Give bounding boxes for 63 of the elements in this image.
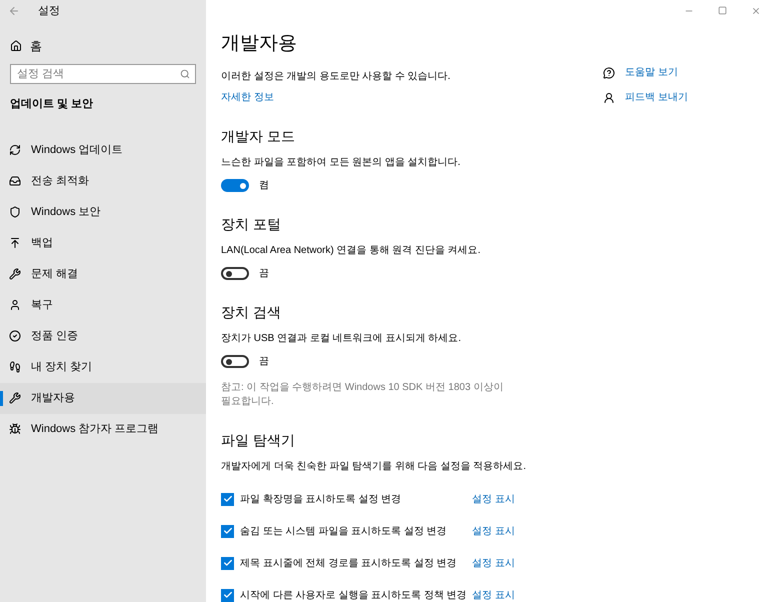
option-label: 제목 표시줄에 전체 경로를 표시하도록 설정 변경 xyxy=(240,556,458,570)
footprints-icon xyxy=(9,361,21,373)
option-label: 시작에 다른 사용자로 실행을 표시하도록 정책 변경 xyxy=(240,588,468,602)
intro-text: 이러한 설정은 개발의 용도로만 사용할 수 있습니다. xyxy=(221,70,452,84)
sidebar-item[interactable]: Windows 업데이트 xyxy=(0,134,206,166)
toggle-label: 끔 xyxy=(259,355,269,369)
checkbox[interactable] xyxy=(221,492,234,506)
sidebar-item[interactable]: 내 장치 찾기 xyxy=(0,352,206,382)
sidebar-item[interactable]: 복구 xyxy=(0,290,206,320)
show-settings-link[interactable]: 설정 표시 xyxy=(472,556,515,570)
sidebar-item[interactable]: 전송 최적화 xyxy=(0,166,206,196)
page-title: 개발자용 xyxy=(221,32,298,56)
show-settings-link[interactable]: 설정 표시 xyxy=(472,492,515,506)
section-heading: 장치 검색 xyxy=(221,303,282,321)
check-circle-icon xyxy=(9,330,21,342)
home-icon[interactable] xyxy=(10,40,22,52)
toggle-switch[interactable] xyxy=(221,179,249,192)
section-heading: 장치 포털 xyxy=(221,215,282,233)
checkbox[interactable] xyxy=(221,524,234,538)
help-link[interactable]: 도움말 보기 xyxy=(625,65,678,80)
upload-icon xyxy=(9,237,21,249)
section-description: 개발자에게 더욱 친숙한 파일 탐색기를 위해 다음 설정을 적용하세요. xyxy=(221,460,528,474)
window-title: 설정 xyxy=(38,4,60,19)
toggle-label: 켬 xyxy=(259,179,269,193)
show-settings-link[interactable]: 설정 표시 xyxy=(472,524,515,538)
close-icon[interactable] xyxy=(751,6,761,16)
wrench-icon xyxy=(9,392,21,404)
show-settings-link[interactable]: 설정 표시 xyxy=(472,588,515,602)
section-heading: 파일 탐색기 xyxy=(221,431,296,449)
search-field[interactable]: 설정 검색 xyxy=(10,64,196,84)
sidebar-item[interactable]: Windows 참가자 프로그램 xyxy=(0,414,206,444)
sidebar-item[interactable]: 개발자용 xyxy=(0,382,206,414)
help-link[interactable]: 피드백 보내기 xyxy=(625,90,688,105)
checkbox[interactable] xyxy=(221,556,234,570)
refresh-icon xyxy=(9,144,21,156)
maximize-icon[interactable] xyxy=(718,6,727,15)
help-icon xyxy=(603,66,615,78)
section-description: 느슨한 파일을 포함하여 모든 원본의 앱을 설치합니다. xyxy=(221,156,462,170)
section-description: 장치가 USB 연결과 로컬 네트워크에 표시되게 하세요. xyxy=(221,332,462,346)
toggle-switch[interactable] xyxy=(221,355,249,368)
person-icon xyxy=(9,299,21,311)
option-label: 파일 확장명을 표시하도록 설정 변경 xyxy=(240,492,402,506)
section-description: LAN(Local Area Network) 연결을 통해 원격 진단을 켜세요. xyxy=(221,244,482,258)
back-icon[interactable] xyxy=(8,5,20,17)
sidebar-item[interactable]: 정품 인증 xyxy=(0,320,206,352)
note-text: 참고: 이 작업을 수행하려면 Windows 10 SDK 버전 1803 이상이 필요합니다. xyxy=(221,381,504,409)
sidebar-item[interactable]: Windows 보안 xyxy=(0,196,206,228)
option-label: 숨김 또는 시스템 파일을 표시하도록 설정 변경 xyxy=(240,524,448,538)
shield-icon xyxy=(9,206,21,218)
checkbox[interactable] xyxy=(221,588,234,602)
search-icon[interactable] xyxy=(180,69,190,79)
section-title: 업데이트 및 보안 xyxy=(9,97,94,112)
wrench-icon xyxy=(9,268,21,280)
sidebar-item[interactable]: 문제 해결 xyxy=(0,258,206,290)
toggle-switch[interactable] xyxy=(221,267,249,280)
bug-icon xyxy=(9,423,21,435)
more-info-link[interactable]: 자세한 정보 xyxy=(221,90,274,105)
person-icon xyxy=(603,92,615,104)
sidebar-item[interactable]: 백업 xyxy=(0,228,206,258)
tray-icon xyxy=(9,175,21,187)
home-link[interactable]: 홈 xyxy=(30,37,42,55)
toggle-label: 끔 xyxy=(259,267,269,281)
section-heading: 개발자 모드 xyxy=(221,127,296,145)
